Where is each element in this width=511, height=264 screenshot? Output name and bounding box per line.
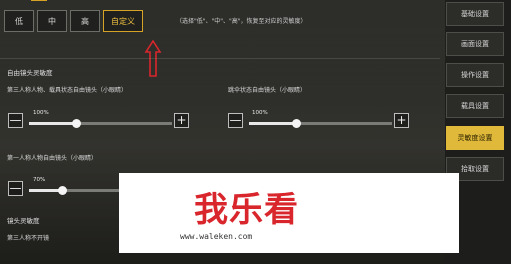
lens-section-title: 镜头灵敏度 (7, 217, 40, 225)
parachute-free-camera-label: 跳伞状态自由镜头（小眼睛） (228, 87, 307, 94)
first-person-slider-knob[interactable] (57, 186, 67, 195)
third-person-slider[interactable] (29, 119, 172, 128)
sensitivity-preset-group: 低 中 高 自定义 (4, 10, 143, 32)
third-person-slider-fill (29, 122, 77, 125)
parachute-slider-fill (249, 122, 297, 125)
first-person-slider-fill (29, 189, 62, 192)
watermark-title: 我乐看 (194, 190, 299, 230)
parachute-slider[interactable] (249, 119, 392, 128)
first-person-free-camera-label: 第一人称人物自由镜头（小眼睛） (7, 155, 98, 162)
third-person-free-camera-label: 第三人称人物、载具状态自由镜头（小眼睛） (7, 87, 128, 94)
first-person-value: 70% (33, 177, 46, 183)
third-person-decrease-button[interactable]: — (8, 113, 23, 128)
menu-item-sensitivity[interactable]: 灵敏度设置 (446, 126, 504, 150)
watermark-url: www.waleken.com (180, 232, 253, 241)
third-person-no-scope-label: 第三人称不开镜 (7, 235, 50, 242)
third-person-increase-button[interactable]: + (174, 113, 189, 128)
menu-item-graphics[interactable]: 画面设置 (446, 32, 504, 56)
parachute-increase-button[interactable]: + (394, 113, 409, 128)
preset-high-button[interactable]: 高 (70, 10, 100, 32)
preset-hint-text: （选择"低"、"中"、"高"，恢复至对应的灵敏度） (176, 18, 307, 25)
red-arrow-annotation (144, 40, 162, 77)
third-person-value: 100% (33, 110, 49, 116)
preset-low-button[interactable]: 低 (4, 10, 34, 32)
preset-medium-button[interactable]: 中 (37, 10, 67, 32)
preset-custom-button[interactable]: 自定义 (103, 10, 143, 32)
default-badge: 默认 (31, 0, 48, 1)
free-camera-section-title: 自由镜头灵敏度 (7, 69, 53, 77)
menu-item-vehicle[interactable]: 载具设置 (446, 94, 504, 118)
menu-item-basic[interactable]: 基础设置 (446, 2, 504, 26)
parachute-decrease-button[interactable]: — (228, 113, 243, 128)
parachute-value: 100% (252, 110, 268, 116)
first-person-decrease-button[interactable]: — (8, 181, 23, 196)
section-divider (0, 58, 440, 59)
menu-item-controls[interactable]: 操作设置 (446, 63, 504, 87)
